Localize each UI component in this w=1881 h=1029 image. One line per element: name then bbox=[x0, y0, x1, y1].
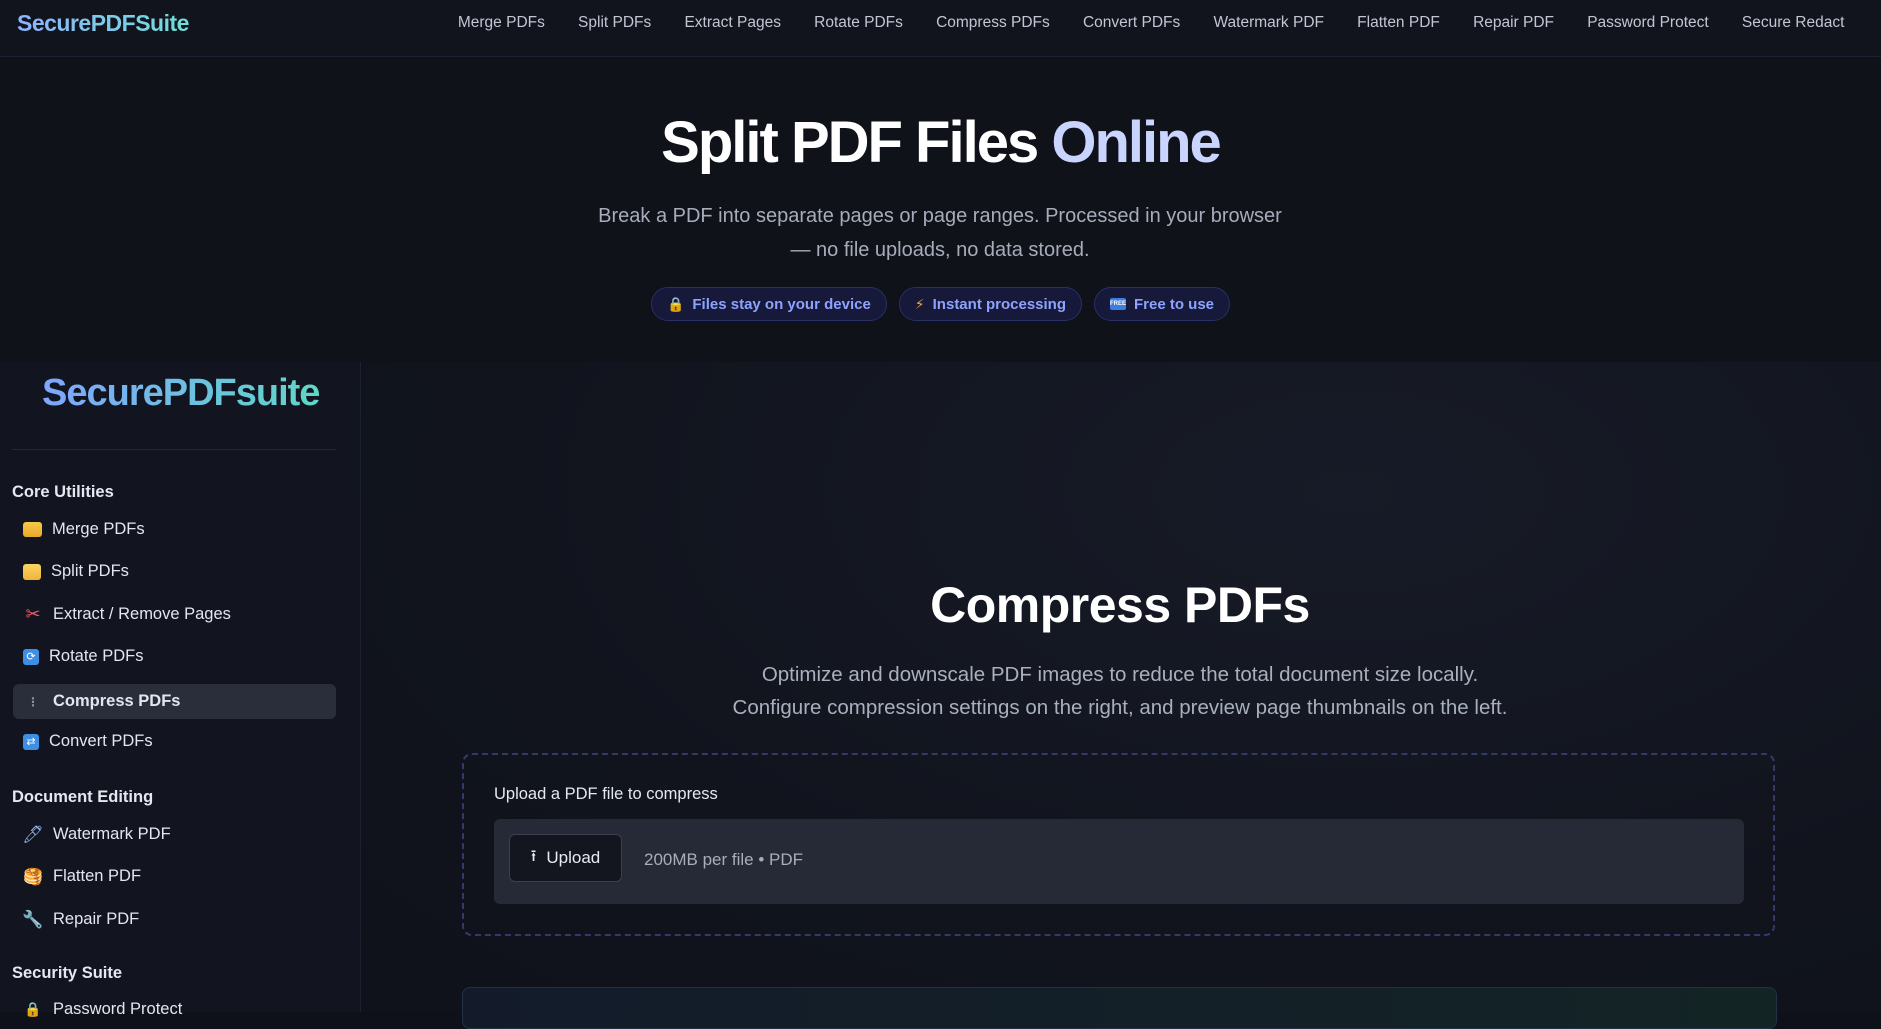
folder-open-icon bbox=[23, 563, 41, 580]
sidebar-item-flatten-pdf[interactable]: 🥞 Flatten PDF bbox=[13, 859, 336, 894]
sidebar-item-split-pdfs[interactable]: Split PDFs bbox=[13, 554, 336, 589]
sidebar-item-merge-pdfs[interactable]: Merge PDFs bbox=[13, 512, 336, 547]
badge-label: Files stay on your device bbox=[692, 295, 871, 313]
upload-label: Upload a PDF file to compress bbox=[494, 785, 718, 803]
nav-link-merge-pdfs[interactable]: Merge PDFs bbox=[441, 14, 561, 32]
sidebar-item-label: Flatten PDF bbox=[53, 867, 142, 885]
lightning-icon: ⚡ bbox=[914, 295, 925, 312]
sidebar-item-label: Password Protect bbox=[53, 1000, 183, 1018]
sidebar-item-rotate-pdfs[interactable]: ⟳ Rotate PDFs bbox=[13, 639, 336, 674]
sidebar-item-label: Convert PDFs bbox=[49, 732, 153, 750]
compress-icon: ⋮ bbox=[27, 694, 39, 709]
top-navigation-bar: SecurePDFSuite Merge PDFs Split PDFs Ext… bbox=[0, 0, 1881, 57]
sidebar-item-extract-remove-pages[interactable]: ✂ Extract / Remove Pages bbox=[13, 597, 336, 632]
wrench-icon: 🔧 bbox=[22, 909, 44, 929]
top-nav-links: Merge PDFs Split PDFs Extract Pages Rota… bbox=[441, 0, 1861, 46]
scissors-icon: ✂ bbox=[25, 604, 41, 624]
brand-logo[interactable]: SecurePDFSuite bbox=[17, 10, 189, 37]
sidebar-item-label: Extract / Remove Pages bbox=[53, 605, 231, 623]
nav-link-secure-redact[interactable]: Secure Redact bbox=[1725, 14, 1861, 32]
nav-link-password-protect[interactable]: Password Protect bbox=[1571, 14, 1726, 32]
main-content: Compress PDFs Optimize and downscale PDF… bbox=[362, 362, 1881, 1029]
hero-subtitle: Break a PDF into separate pages or page … bbox=[598, 205, 1282, 261]
hero-section: Split PDF Files Online Break a PDF into … bbox=[0, 57, 1881, 362]
pen-icon: 🖊 bbox=[22, 824, 44, 844]
nav-link-watermark-pdf[interactable]: Watermark PDF bbox=[1197, 14, 1341, 32]
convert-icon: ⇄ bbox=[23, 733, 39, 750]
sidebar-section-document-editing: Document Editing bbox=[12, 788, 154, 806]
nav-link-flatten-pdf[interactable]: Flatten PDF bbox=[1341, 14, 1457, 32]
nav-link-compress-pdfs[interactable]: Compress PDFs bbox=[919, 14, 1066, 32]
file-uploader: Upload a PDF file to compress ⭱ Upload 2… bbox=[462, 753, 1775, 936]
drop-zone[interactable]: ⭱ Upload 200MB per file • PDF bbox=[494, 819, 1744, 904]
sidebar-item-repair-pdf[interactable]: 🔧 Repair PDF bbox=[13, 902, 336, 937]
upload-limit-text: 200MB per file • PDF bbox=[644, 850, 804, 869]
rotate-icon: ⟳ bbox=[23, 648, 39, 665]
page-title: Compress PDFs bbox=[930, 577, 1310, 633]
sidebar-item-watermark-pdf[interactable]: 🖊 Watermark PDF bbox=[13, 817, 336, 852]
sidebar-section-core-utilities: Core Utilities bbox=[12, 483, 114, 501]
description-line-2: Configure compression settings on the ri… bbox=[732, 696, 1508, 719]
sidebar-item-convert-pdfs[interactable]: ⇄ Convert PDFs bbox=[13, 724, 336, 759]
sidebar-item-compress-pdfs[interactable]: ⋮ Compress PDFs bbox=[13, 684, 336, 719]
badge-label: Free to use bbox=[1134, 295, 1215, 313]
sidebar-item-password-protect[interactable]: 🔒 Password Protect bbox=[13, 992, 336, 1027]
hero-title-highlight: Online bbox=[1051, 110, 1221, 175]
hero-title: Split PDF Files Online bbox=[0, 109, 1881, 176]
upload-icon: ⭱ bbox=[530, 847, 537, 865]
page-description: Optimize and downscale PDF images to red… bbox=[362, 658, 1878, 724]
sidebar: SecurePDFsuite Core Utilities Merge PDFs… bbox=[0, 362, 361, 1018]
settings-panel bbox=[462, 987, 1777, 1029]
upload-button[interactable]: ⭱ Upload bbox=[509, 834, 622, 882]
hero-title-main: Split PDF Files bbox=[661, 110, 1039, 175]
sidebar-item-label: Watermark PDF bbox=[53, 825, 171, 843]
sidebar-brand-logo: SecurePDFsuite bbox=[42, 372, 320, 414]
badge-files-on-device: 🔒 Files stay on your device bbox=[650, 287, 887, 321]
nav-link-rotate-pdfs[interactable]: Rotate PDFs bbox=[798, 14, 920, 32]
sidebar-section-security-suite: Security Suite bbox=[12, 964, 123, 982]
sidebar-item-label: Compress PDFs bbox=[53, 692, 181, 710]
badge-free-to-use: FREE Free to use bbox=[1094, 287, 1231, 321]
lock-icon: 🔒 bbox=[24, 1001, 42, 1017]
sidebar-item-label: Repair PDF bbox=[53, 910, 140, 928]
nav-link-convert-pdfs[interactable]: Convert PDFs bbox=[1066, 14, 1197, 32]
folder-icon bbox=[23, 522, 42, 537]
free-icon: FREE bbox=[1110, 298, 1126, 310]
sidebar-item-label: Rotate PDFs bbox=[49, 647, 144, 665]
nav-link-extract-pages[interactable]: Extract Pages bbox=[668, 14, 798, 32]
nav-link-split-pdfs[interactable]: Split PDFs bbox=[561, 14, 667, 32]
description-line-1: Optimize and downscale PDF images to red… bbox=[761, 663, 1479, 686]
lock-icon: 🔒 bbox=[666, 295, 685, 312]
badge-instant-processing: ⚡ Instant processing bbox=[898, 287, 1082, 321]
sidebar-item-label: Merge PDFs bbox=[52, 520, 145, 538]
pancake-icon: 🥞 bbox=[23, 868, 43, 886]
feature-badges: 🔒 Files stay on your device ⚡ Instant pr… bbox=[0, 287, 1881, 321]
sidebar-divider bbox=[12, 449, 336, 450]
upload-button-label: Upload bbox=[546, 848, 601, 867]
sidebar-item-label: Split PDFs bbox=[51, 562, 129, 580]
badge-label: Instant processing bbox=[932, 295, 1066, 313]
nav-link-repair-pdf[interactable]: Repair PDF bbox=[1456, 14, 1570, 32]
